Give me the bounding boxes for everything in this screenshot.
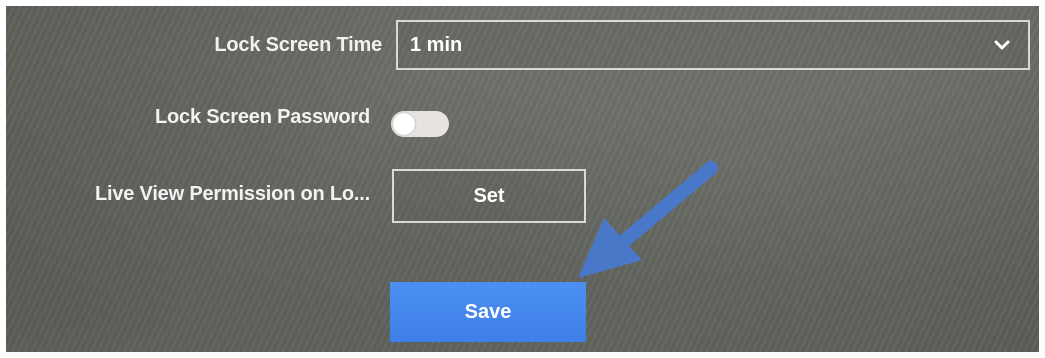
lock-screen-password-label: Lock Screen Password xyxy=(155,106,370,128)
lock-screen-time-select[interactable]: 1 min xyxy=(396,20,1030,70)
lock-screen-time-label: Lock Screen Time xyxy=(214,34,382,56)
lock-screen-time-value: 1 min xyxy=(410,33,463,56)
live-view-permission-label: Live View Permission on Lo... xyxy=(94,183,370,205)
arrow-icon xyxy=(578,161,718,278)
set-button[interactable]: Set xyxy=(392,169,586,223)
save-button[interactable]: Save xyxy=(390,282,586,342)
settings-panel: Lock Screen Time 1 min Lock Screen Passw… xyxy=(6,6,1039,352)
lock-screen-password-toggle[interactable] xyxy=(391,111,449,137)
toggle-knob xyxy=(393,113,415,135)
chevron-down-icon xyxy=(990,33,1014,57)
